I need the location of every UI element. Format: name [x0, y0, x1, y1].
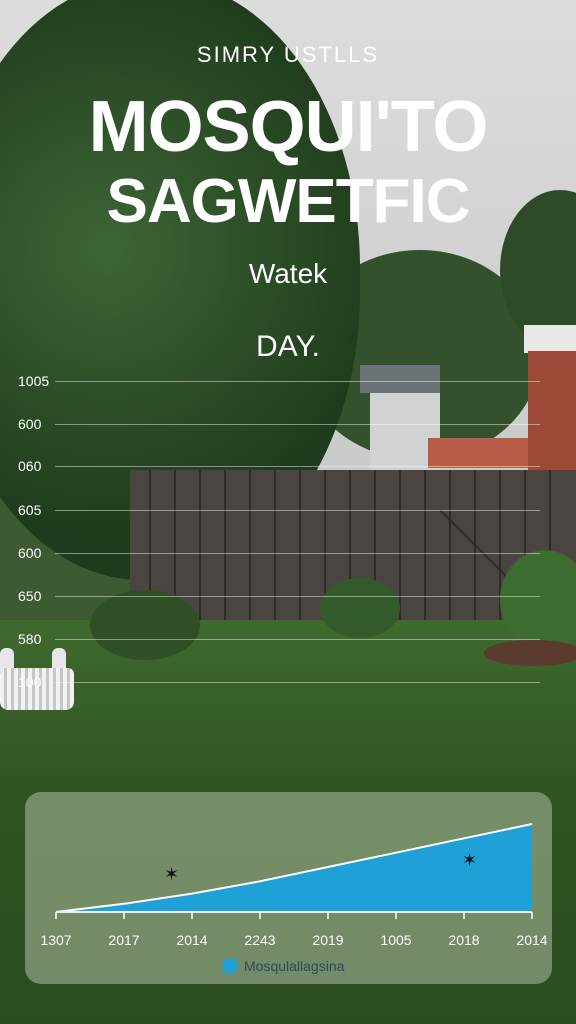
area-chart: 1307 2017 2014 2243 2019 1005 2018 2014 ✶ ✶	[40, 823, 548, 948]
legend-swatch	[222, 958, 238, 974]
x-tick-label: 2014	[176, 932, 207, 948]
mosquito-icon: ✶	[164, 864, 179, 884]
legend-label: Mosqulallagsina	[244, 958, 345, 974]
x-tick-label: 2014	[516, 932, 547, 948]
x-tick-label: 2019	[312, 932, 343, 948]
x-tick-label: 2243	[244, 932, 275, 948]
chart-legend: Mosqulallagsina	[222, 958, 344, 974]
x-tick-label: 1005	[380, 932, 411, 948]
x-tick-label: 2017	[108, 932, 139, 948]
area-series-fill	[56, 824, 532, 912]
x-tick-label: 1307	[40, 932, 71, 948]
mosquito-icon: ✶	[462, 850, 477, 870]
x-tick-label: 2018	[448, 932, 479, 948]
